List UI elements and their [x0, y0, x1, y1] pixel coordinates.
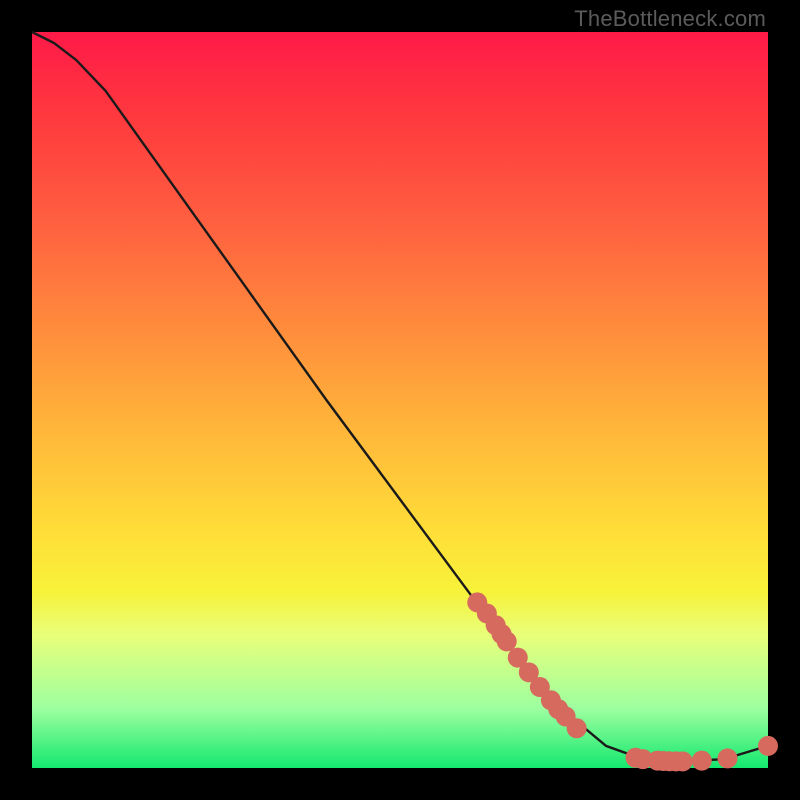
- data-marker: [692, 751, 712, 771]
- bottleneck-curve: [32, 32, 768, 761]
- chart-container: TheBottleneck.com: [0, 0, 800, 800]
- data-marker: [758, 736, 778, 756]
- attribution-label: TheBottleneck.com: [574, 6, 766, 32]
- data-marker: [497, 631, 517, 651]
- data-marker: [673, 751, 693, 771]
- data-markers: [467, 592, 778, 771]
- chart-overlay: [32, 32, 768, 768]
- data-marker: [718, 748, 738, 768]
- data-marker: [567, 718, 587, 738]
